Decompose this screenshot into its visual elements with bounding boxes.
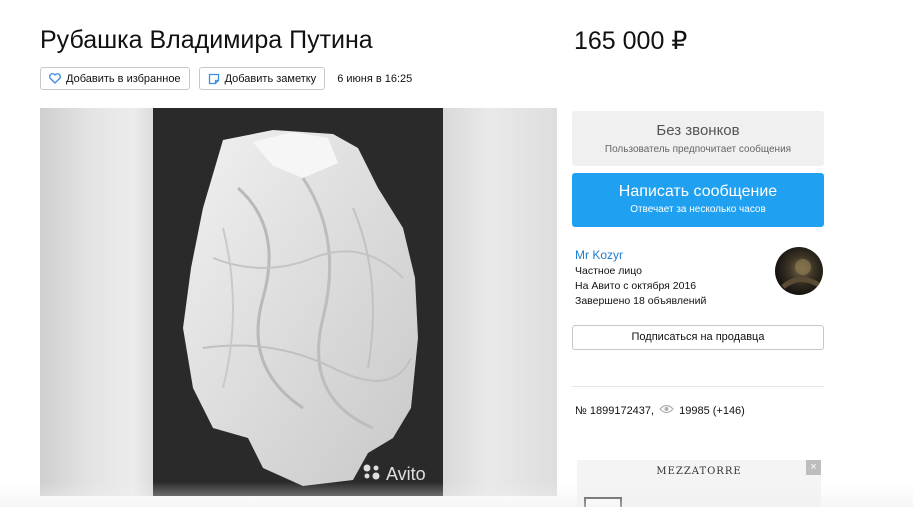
heart-icon — [49, 73, 61, 84]
listing-meta: № 1899172437, 19985 (+146) — [575, 404, 745, 417]
eye-icon — [659, 404, 674, 417]
avito-watermark-text: Avito — [386, 464, 426, 484]
close-icon[interactable]: × — [806, 460, 821, 475]
ad-banner[interactable]: MEZZATORRE × — [577, 460, 821, 507]
avito-logo-icon — [362, 463, 382, 486]
ad-thumbnail — [584, 497, 622, 507]
write-message-button[interactable]: Написать сообщение Отвечает за несколько… — [572, 173, 824, 227]
no-calls-panel: Без звонков Пользователь предпочитает со… — [572, 111, 824, 166]
no-calls-subtitle: Пользователь предпочитает сообщения — [604, 144, 792, 155]
listing-price: 165 000 ₽ — [574, 27, 688, 55]
write-message-subtitle: Отвечает за несколько часов — [630, 204, 766, 215]
seller-avatar[interactable] — [775, 247, 823, 295]
listing-photo[interactable] — [153, 108, 443, 496]
gallery-background — [443, 108, 557, 496]
note-icon — [208, 73, 220, 85]
no-calls-title: Без звонков — [656, 122, 740, 139]
listing-date: 6 июня в 16:25 — [337, 72, 413, 85]
add-to-favorites-button[interactable]: Добавить в избранное — [40, 67, 190, 90]
listing-actions: Добавить в избранное Добавить заметку 6 … — [40, 67, 412, 90]
seller-completed: Завершено 18 объявлений — [575, 295, 707, 307]
listing-title: Рубашка Владимира Путина — [40, 26, 373, 54]
favorites-label: Добавить в избранное — [66, 72, 181, 85]
note-label: Добавить заметку — [224, 72, 317, 85]
shirt-image — [153, 108, 443, 496]
view-count: 19985 (+146) — [679, 404, 745, 417]
add-note-button[interactable]: Добавить заметку — [198, 67, 326, 90]
ad-brand: MEZZATORRE — [656, 466, 742, 477]
photo-gallery[interactable]: Avito — [40, 108, 557, 496]
listing-number: № 1899172437, — [575, 404, 655, 417]
divider — [572, 386, 824, 387]
write-message-title: Написать сообщение — [618, 183, 778, 200]
subscribe-seller-button[interactable]: Подписаться на продавца — [572, 325, 824, 350]
avito-watermark: Avito — [362, 463, 426, 486]
